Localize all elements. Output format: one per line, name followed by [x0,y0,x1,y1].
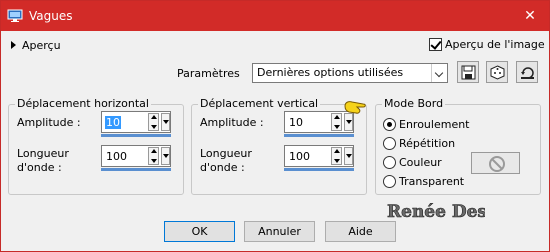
horizontal-group-title: Déplacement horizontal [15,97,151,110]
radio-repeat[interactable] [383,137,396,150]
cancel-button[interactable]: Annuler [244,221,315,242]
vertical-group-title: Déplacement vertical [198,97,321,110]
radio-color[interactable] [383,156,396,169]
horizontal-amplitude-spinner[interactable]: 10 [101,111,171,133]
vertical-amplitude-value[interactable]: 10 [289,116,303,129]
watermark-logo: Renée Design [387,202,485,223]
reset-button[interactable] [516,61,538,83]
save-preset-button[interactable] [457,61,479,83]
dialog-window: Vagues ✕ Aperçu Aperçu de l'image Paramè… [0,0,550,252]
reset-arrow-icon [521,67,534,79]
help-button[interactable]: Aide [325,221,396,242]
vertical-amplitude-slider[interactable] [284,134,354,137]
vertical-amplitude-label: Amplitude : [200,116,264,129]
no-color-icon [489,156,505,172]
ok-button[interactable]: OK [164,221,235,242]
chevron-down-icon [431,64,447,82]
preview-label: Aperçu [22,39,61,52]
settings-dropdown-value: Dernières options utilisées [257,66,404,79]
radio-repeat-label: Répétition [399,137,456,150]
edge-mode-title: Mode Bord [382,97,446,110]
settings-dropdown[interactable]: Dernières options utilisées [252,63,448,83]
spin-arrows-icon[interactable] [148,147,159,165]
horizontal-amplitude-label: Amplitude : [17,116,81,129]
title-bar: Vagues ✕ [1,1,549,31]
radio-transparent-label: Transparent [399,175,465,188]
horizontal-amplitude-value[interactable]: 10 [105,116,121,129]
preview-image-checkbox[interactable] [429,38,442,51]
spin-arrows-icon[interactable] [148,113,159,131]
app-icon [7,9,23,23]
expand-arrow-icon [11,41,16,49]
preview-expander[interactable]: Aperçu [11,39,61,52]
svg-text:Renée Design: Renée Design [387,202,485,222]
radio-wrap-label: Enroulement [399,118,470,131]
spin-arrows-icon[interactable] [331,147,342,165]
vertical-wavelength-spinner[interactable]: 100 [284,145,354,167]
vertical-wavelength-slider[interactable] [284,168,354,171]
preview-image-label: Aperçu de l'image [445,38,545,51]
spin-menu-icon[interactable] [344,147,353,165]
dice-icon [490,65,505,80]
horizontal-wavelength-slider[interactable] [101,168,171,171]
vertical-wavelength-label-1: Longueur [200,147,252,160]
close-button[interactable]: ✕ [515,4,545,28]
settings-label: Paramètres [177,67,240,80]
pointing-hand-icon [344,101,366,114]
horizontal-wavelength-label-2: d'onde : [17,161,62,174]
window-title: Vagues [29,9,73,23]
radio-color-label: Couleur [399,156,442,169]
spin-menu-icon[interactable] [161,147,170,165]
vertical-wavelength-value[interactable]: 100 [289,150,310,163]
radio-wrap[interactable] [383,118,396,131]
horizontal-wavelength-value[interactable]: 100 [106,150,127,163]
spin-menu-icon[interactable] [161,113,170,131]
spin-arrows-icon[interactable] [331,113,342,131]
floppy-disk-icon [461,65,476,80]
horizontal-wavelength-label-1: Longueur [17,147,69,160]
horizontal-wavelength-spinner[interactable]: 100 [101,145,171,167]
color-swatch[interactable] [471,152,520,174]
vertical-wavelength-label-2: d'onde : [200,161,245,174]
random-button[interactable] [486,61,508,83]
horizontal-amplitude-slider[interactable] [101,134,171,137]
radio-transparent[interactable] [383,175,396,188]
